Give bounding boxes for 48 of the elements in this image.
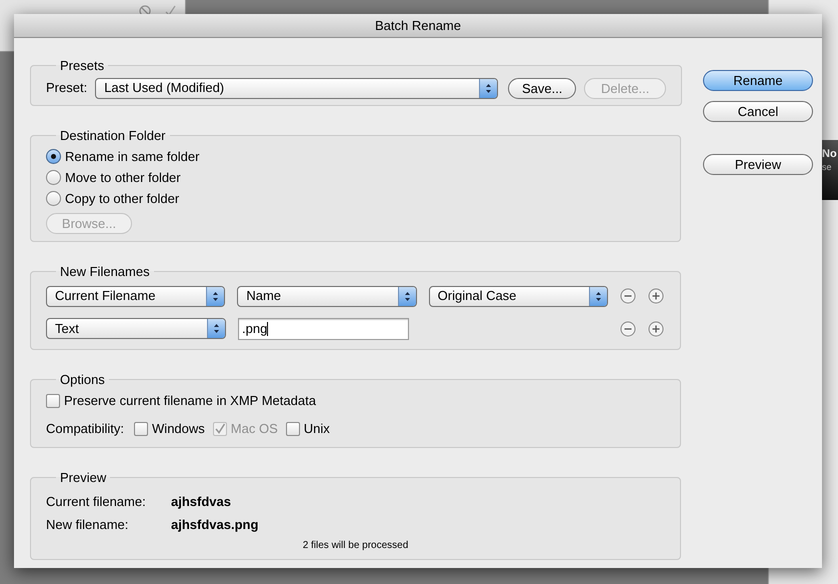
checkbox[interactable] bbox=[286, 422, 300, 436]
radio-button[interactable] bbox=[46, 191, 61, 206]
filename-value: ajhsfdvas.png bbox=[171, 516, 258, 534]
stepper-arrows-icon bbox=[213, 323, 220, 334]
stepper-arrows-icon bbox=[594, 290, 602, 302]
checkbox[interactable] bbox=[46, 394, 60, 408]
files-count-note: 2 files will be processed bbox=[302, 538, 408, 552]
preview-label: Current filename: bbox=[46, 493, 147, 512]
add-icon[interactable] bbox=[648, 288, 664, 304]
stepper-arrows-icon bbox=[485, 82, 492, 94]
radio-label: Move to other folder bbox=[65, 168, 181, 187]
check-icon bbox=[165, 5, 176, 17]
checkbox[interactable] bbox=[134, 422, 148, 436]
filename-dropdown[interactable]: Text bbox=[46, 318, 226, 339]
radio-button[interactable] bbox=[46, 149, 61, 164]
button[interactable]: Preview bbox=[703, 154, 813, 175]
checkbox-label: Mac OS bbox=[230, 420, 278, 438]
group-title: Options bbox=[59, 370, 106, 389]
filename-dropdown[interactable]: Current Filename bbox=[46, 286, 226, 306]
group-title: Presets bbox=[59, 57, 106, 75]
window-title: Batch Rename bbox=[375, 16, 461, 35]
filename-dropdown[interactable]: Original Case bbox=[428, 286, 608, 306]
notification-title: No bbox=[822, 148, 837, 162]
preset-label: Preset: bbox=[46, 79, 88, 98]
checkbox-label: Windows bbox=[152, 420, 205, 438]
remove-icon[interactable] bbox=[620, 288, 636, 304]
preview-label: New filename: bbox=[46, 516, 130, 534]
button[interactable]: Rename bbox=[703, 70, 813, 91]
filename-value: ajhsfdvas bbox=[171, 493, 231, 512]
remove-icon[interactable] bbox=[620, 320, 636, 336]
checkbox-label: Preserve current filename in XMP Metadata bbox=[64, 392, 316, 410]
compatibility-label: Compatibility: bbox=[46, 420, 124, 438]
group-title: New Filenames bbox=[59, 263, 151, 281]
group-title: Destination Folder bbox=[59, 126, 166, 144]
group-title: Preview bbox=[59, 469, 108, 487]
button[interactable]: Cancel bbox=[703, 101, 813, 122]
radio-label: Copy to other folder bbox=[65, 190, 180, 208]
text-field[interactable]: .png bbox=[238, 318, 409, 340]
notification-text: se bbox=[822, 162, 832, 173]
button[interactable]: Save... bbox=[508, 78, 576, 98]
stepper-arrows-icon bbox=[212, 290, 220, 302]
radio-label: Rename in same folder bbox=[65, 148, 200, 166]
add-icon[interactable] bbox=[648, 320, 664, 336]
stepper-arrows-icon bbox=[404, 290, 411, 302]
radio-button[interactable] bbox=[46, 170, 61, 185]
filename-dropdown[interactable]: Name bbox=[237, 286, 417, 306]
preset-dropdown[interactable]: Last Used (Modified) bbox=[95, 78, 498, 98]
checkbox-label: Unix bbox=[304, 420, 330, 438]
